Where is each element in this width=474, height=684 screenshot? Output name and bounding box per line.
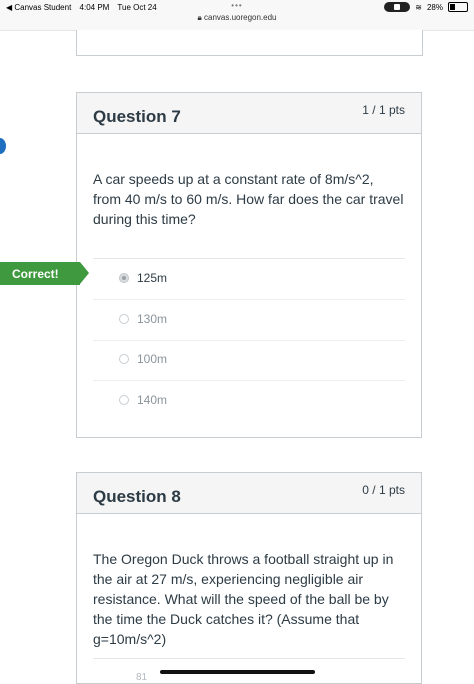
question-title: Question 8 [93, 487, 181, 506]
question-card-7: Question 7 1 / 1 pts A car speeds up at … [76, 92, 422, 438]
question-text: The Oregon Duck throws a football straig… [93, 551, 394, 647]
battery-icon [448, 2, 468, 12]
divider [93, 658, 405, 659]
wifi-icon: ≋ [415, 2, 422, 12]
camera-indicator-icon [384, 2, 411, 12]
radio-selected-icon[interactable] [119, 273, 129, 283]
answer-option[interactable]: 130m [93, 300, 405, 340]
question-header: Question 7 1 / 1 pts [77, 93, 421, 134]
status-bar: ◀ Canvas Student 4:04 PM Tue Oct 24 ••• … [0, 0, 474, 31]
question-title: Question 7 [93, 107, 181, 126]
answer-option[interactable]: 125m [93, 259, 405, 299]
correct-answer-flag: Correct! [0, 262, 89, 285]
previous-question-card [76, 30, 423, 56]
answer-label: 125m [137, 271, 168, 285]
question-text: A car speeds up at a constant rate of 8m… [93, 171, 404, 227]
answer-label: 100m [137, 352, 168, 366]
answer-option[interactable]: 140m [93, 381, 405, 421]
correct-label: Correct! [12, 267, 59, 281]
answer-label: 130m [137, 312, 168, 326]
radio-icon[interactable] [119, 314, 129, 324]
address-bar[interactable]: 🔒︎ canvas.uoregon.edu [0, 13, 474, 23]
question-card-8: Question 8 0 / 1 pts The Oregon Duck thr… [76, 472, 422, 684]
question-points: 1 / 1 pts [362, 103, 405, 117]
url-text: canvas.uoregon.edu [204, 13, 277, 22]
answer-label: 140m [137, 393, 168, 407]
question-points: 0 / 1 pts [362, 483, 405, 497]
home-indicator[interactable] [160, 670, 315, 674]
radio-icon[interactable] [119, 395, 129, 405]
question-header: Question 8 0 / 1 pts [77, 473, 421, 514]
radio-icon[interactable] [119, 354, 129, 364]
answer-option[interactable]: 100m [93, 340, 405, 380]
status-right: ≋ 28% [384, 2, 468, 12]
side-nav-indicator-icon[interactable] [0, 138, 6, 154]
lock-icon: 🔒︎ [197, 13, 202, 22]
battery-percent: 28% [426, 2, 443, 12]
